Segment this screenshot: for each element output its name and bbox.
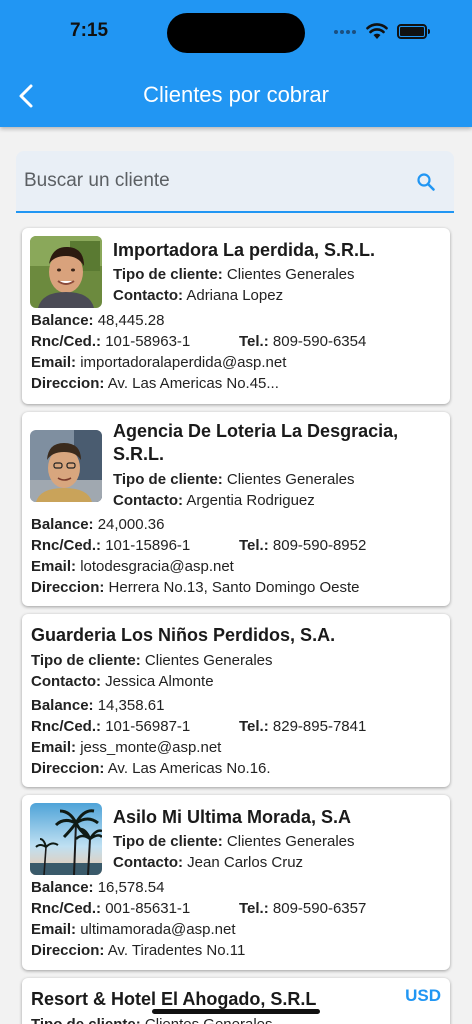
client-balance: Balance: 16,578.54 xyxy=(31,879,165,896)
status-bar: 7:15 xyxy=(0,0,472,64)
client-contact: Contacto: Argentia Rodriguez xyxy=(113,492,315,509)
client-name: Resort & Hotel El Ahogado, S.R.L xyxy=(31,989,317,1009)
client-avatar xyxy=(30,236,102,308)
client-name: Asilo Mi Ultima Morada, S.A xyxy=(113,807,352,827)
client-card[interactable]: Guarderia Los Niños Perdidos, S.A. Tipo … xyxy=(22,614,450,787)
client-type: Tipo de cliente: Clientes Generales xyxy=(113,266,355,283)
client-email: Email: lotodesgracia@asp.net xyxy=(31,558,234,575)
client-email: Email: ultimamorada@asp.net xyxy=(31,921,236,938)
currency-badge: USD xyxy=(405,986,441,1005)
wifi-icon xyxy=(366,23,388,39)
client-type: Tipo de cliente: Clientes Generales xyxy=(113,833,355,850)
client-phone: Tel.: 809-590-6357 xyxy=(239,900,367,917)
client-type: Tipo de cliente: Clientes Generales xyxy=(31,652,273,669)
client-address: Direccion: Herrera No.13, Santo Domingo … xyxy=(31,579,360,596)
client-contact: Contacto: Jean Carlos Cruz xyxy=(113,854,304,871)
client-name: Agencia De Loteria La Desgracia, xyxy=(113,421,399,441)
client-avatar xyxy=(30,803,102,875)
client-card[interactable]: Resort & Hotel El Ahogado, S.R.L USD Tip… xyxy=(22,978,450,1024)
client-card[interactable]: Importadora La perdida, S.R.L. Tipo de c… xyxy=(22,228,450,404)
battery-icon xyxy=(397,24,430,39)
client-rnc: Rnc/Ced.: 101-15896-1 xyxy=(31,537,191,554)
client-address: Direccion: Av. Tiradentes No.11 xyxy=(31,942,246,959)
page-title: Clientes por cobrar xyxy=(143,82,329,107)
client-rnc: Rnc/Ced.: 101-56987-1 xyxy=(31,718,191,735)
client-card[interactable]: Agencia De Loteria La Desgracia, S.R.L. … xyxy=(22,412,450,606)
client-rnc: Rnc/Ced.: 001-85631-1 xyxy=(31,900,191,917)
client-phone: Tel.: 809-590-8952 xyxy=(239,537,367,554)
client-phone: Tel.: 809-590-6354 xyxy=(239,333,367,350)
client-rnc: Rnc/Ced.: 101-58963-1 xyxy=(31,333,191,350)
client-address: Direccion: Av. Las Americas No.45... xyxy=(31,375,279,392)
client-phone: Tel.: 829-895-7841 xyxy=(239,718,367,735)
client-balance: Balance: 14,358.61 xyxy=(31,697,165,714)
client-name: Guarderia Los Niños Perdidos, S.A. xyxy=(31,625,336,645)
client-balance: Balance: 24,000.36 xyxy=(31,516,165,533)
client-name: Importadora La perdida, S.R.L. xyxy=(113,240,376,260)
home-indicator[interactable] xyxy=(152,1009,320,1014)
status-time: 7:15 xyxy=(70,20,109,41)
client-contact: Contacto: Jessica Almonte xyxy=(31,673,214,690)
client-email: Email: jess_monte@asp.net xyxy=(31,739,222,756)
client-avatar xyxy=(30,430,102,502)
signal-icon xyxy=(334,30,356,34)
client-type: Tipo de cliente: Clientes Generales xyxy=(31,1016,273,1024)
client-address: Direccion: Av. Las Americas No.16. xyxy=(31,760,271,777)
search-icon[interactable] xyxy=(414,170,438,194)
client-email: Email: importadoralaperdida@asp.net xyxy=(31,354,287,371)
search-input[interactable] xyxy=(24,163,404,199)
client-card[interactable]: Asilo Mi Ultima Morada, S.A Tipo de clie… xyxy=(22,795,450,970)
search-field[interactable] xyxy=(16,151,454,213)
dynamic-island xyxy=(167,13,305,53)
app-bar: 7:15 Clientes por cobrar xyxy=(0,0,472,127)
client-contact: Contacto: Adriana Lopez xyxy=(113,287,284,304)
client-balance: Balance: 48,445.28 xyxy=(31,312,165,329)
client-type: Tipo de cliente: Clientes Generales xyxy=(113,471,355,488)
client-name-cont: S.R.L. xyxy=(113,444,165,464)
